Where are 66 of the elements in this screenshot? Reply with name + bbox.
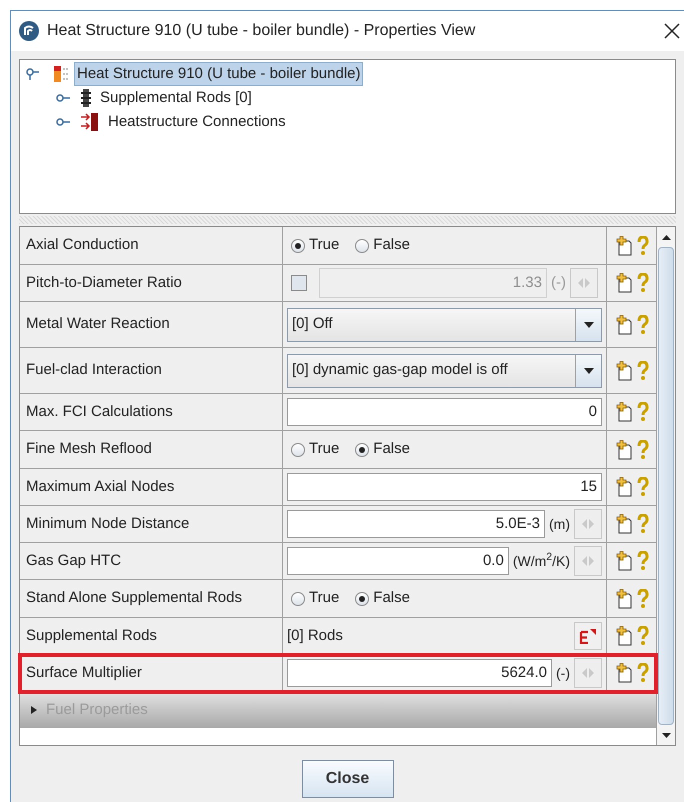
number-field[interactable]: 5624.0 bbox=[287, 659, 552, 687]
add-note-icon[interactable] bbox=[614, 314, 632, 334]
option-label: False bbox=[373, 588, 410, 608]
property-label: Maximum Axial Nodes bbox=[20, 469, 283, 505]
app-logo-icon bbox=[19, 21, 39, 41]
number-field[interactable]: 0.0 bbox=[287, 547, 509, 575]
add-note-icon[interactable] bbox=[614, 360, 632, 380]
window-title: Heat Structure 910 (U tube - boiler bundle) - Properties View bbox=[47, 21, 476, 41]
tree-toggle-icon[interactable] bbox=[56, 117, 72, 127]
property-label: Gas Gap HTC bbox=[20, 543, 283, 579]
property-label: Fuel-clad Interaction bbox=[20, 348, 283, 393]
add-note-icon[interactable] bbox=[614, 514, 632, 534]
property-label: Surface Multiplier bbox=[20, 655, 283, 691]
radio-button[interactable] bbox=[291, 442, 305, 456]
add-note-icon[interactable] bbox=[614, 551, 632, 571]
radio-button[interactable] bbox=[355, 238, 370, 252]
rods-value: [0] Rods bbox=[287, 626, 344, 646]
radio-button[interactable] bbox=[291, 238, 305, 252]
property-label: Axial Conduction bbox=[20, 227, 283, 264]
unit-label: (-) bbox=[551, 272, 566, 293]
property-label: Max. FCI Calculations bbox=[20, 394, 283, 430]
close-icon[interactable] bbox=[664, 23, 680, 39]
add-note-icon[interactable] bbox=[614, 626, 632, 646]
checkbox[interactable] bbox=[291, 275, 307, 291]
connections-icon bbox=[80, 113, 100, 131]
add-note-icon[interactable] bbox=[614, 402, 632, 422]
option-label: True bbox=[309, 439, 340, 460]
option-label: True bbox=[309, 235, 340, 256]
property-label: Pitch-to-Diameter Ratio bbox=[20, 265, 283, 301]
option-label: True bbox=[309, 588, 340, 608]
add-note-icon[interactable] bbox=[614, 477, 632, 497]
add-note-icon[interactable] bbox=[614, 273, 632, 293]
radio-button[interactable] bbox=[291, 592, 305, 606]
unit-label: (m) bbox=[549, 514, 570, 534]
caret-icon bbox=[584, 368, 594, 374]
edit-button[interactable] bbox=[574, 622, 602, 650]
number-field[interactable]: 15 bbox=[287, 473, 602, 501]
caret-icon bbox=[584, 322, 594, 328]
add-note-icon[interactable] bbox=[614, 588, 632, 608]
rods-icon bbox=[80, 89, 92, 107]
tree-toggle-icon[interactable] bbox=[56, 93, 72, 103]
property-label: Stand Alone Supplemental Rods bbox=[20, 580, 283, 617]
option-label: False bbox=[373, 235, 410, 256]
tree-item[interactable]: Supplemental Rods [0] bbox=[100, 86, 252, 110]
radio-button[interactable] bbox=[355, 592, 370, 606]
option-label: False bbox=[373, 439, 410, 460]
dropdown[interactable]: [0] dynamic gas-gap model is off bbox=[287, 354, 602, 388]
add-note-icon[interactable] bbox=[614, 440, 632, 460]
radio-button[interactable] bbox=[355, 442, 370, 456]
number-field[interactable]: 0 bbox=[287, 398, 602, 426]
tree-item[interactable]: Heat Structure 910 (U tube - boiler bundle) bbox=[74, 62, 364, 86]
number-field: 1.33 bbox=[319, 268, 547, 298]
property-label: Minimum Node Distance bbox=[20, 506, 283, 542]
scroll-up-icon[interactable] bbox=[662, 234, 670, 240]
number-field[interactable]: 5.0E-3 bbox=[287, 510, 545, 538]
property-label: Fine Mesh Reflood bbox=[20, 431, 283, 468]
add-note-icon[interactable] bbox=[614, 663, 632, 683]
property-label: Metal Water Reaction bbox=[20, 302, 283, 347]
dropdown[interactable]: [0] Off bbox=[287, 308, 602, 342]
unit-label: (W/m$^{2}$/K) bbox=[512, 550, 570, 571]
close-button[interactable]: Close bbox=[302, 760, 394, 798]
add-note-icon[interactable] bbox=[614, 236, 632, 256]
unit-label: (-) bbox=[556, 664, 570, 683]
scroll-down-icon[interactable] bbox=[662, 732, 670, 738]
edit-icon bbox=[579, 628, 597, 644]
tree-item[interactable]: Heatstructure Connections bbox=[108, 110, 286, 134]
